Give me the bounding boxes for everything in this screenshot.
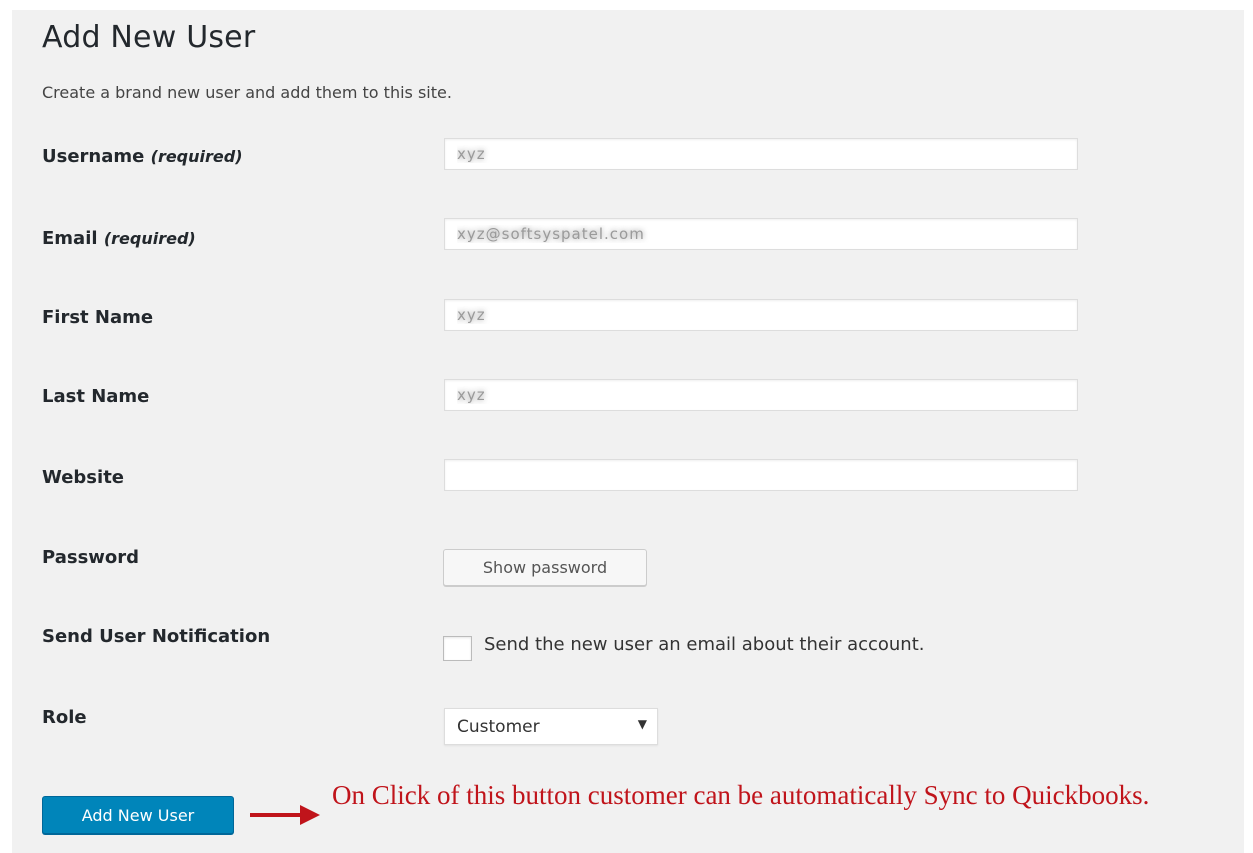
website-label: Website [42,467,125,488]
role-selected-value: Customer [457,717,540,737]
last-name-label: Last Name [42,386,150,407]
first-name-input[interactable] [444,299,1078,331]
password-label: Password [42,547,140,568]
notification-checkbox-label[interactable]: Send the new user an email about their a… [484,634,925,655]
page-description: Create a brand new user and add them to … [42,83,452,102]
email-required-text: (required) [103,229,196,248]
form-panel: Add New User Create a brand new user and… [12,10,1244,853]
username-input[interactable] [444,138,1078,170]
first-name-label: First Name [42,307,154,328]
email-input[interactable] [444,218,1078,250]
add-new-user-button[interactable]: Add New User [42,796,234,834]
annotation-text: On Click of this button customer can be … [332,780,1150,810]
role-label: Role [42,707,87,728]
page-title: Add New User [42,20,256,55]
role-select[interactable]: Customer ▼ [444,708,658,745]
notification-label: Send User Notification [42,626,271,647]
email-label: Email (required) [42,228,196,249]
website-input[interactable] [444,459,1078,491]
right-arrow-icon [250,805,320,825]
notification-checkbox[interactable] [443,636,472,661]
username-label: Username (required) [42,146,243,167]
email-label-text: Email [42,228,98,249]
username-label-text: Username [42,146,145,167]
chevron-down-icon: ▼ [637,717,647,731]
show-password-button[interactable]: Show password [443,549,647,586]
last-name-input[interactable] [444,379,1078,411]
username-required-text: (required) [150,147,243,166]
